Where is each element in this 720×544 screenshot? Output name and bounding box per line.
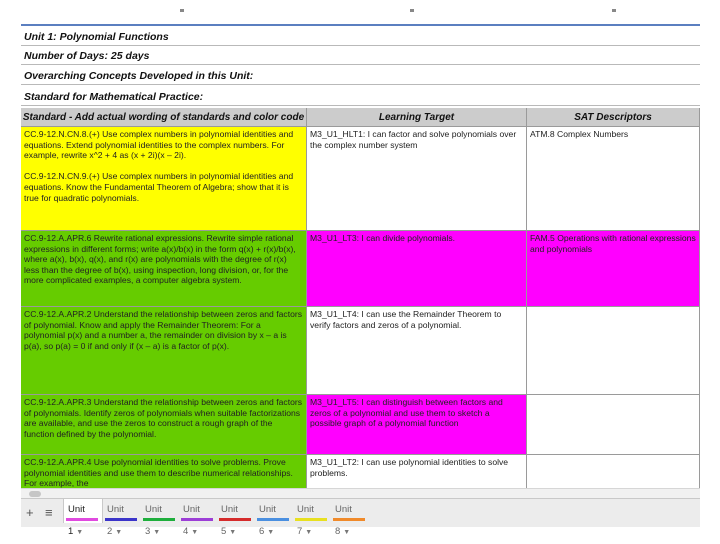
- practice-standard-cell[interactable]: Standard for Mathematical Practice:: [21, 88, 700, 106]
- sat-descriptor-cell[interactable]: ATM.8 Complex Numbers: [527, 127, 700, 231]
- cropped-mark: [410, 9, 414, 12]
- chevron-down-icon[interactable]: ▼: [191, 529, 198, 536]
- header-learning-target[interactable]: Learning Target: [307, 108, 527, 127]
- sheet-tab-unit-8[interactable]: Unit 8 ▼: [331, 499, 369, 537]
- sheet-tab-unit-7[interactable]: Unit 7 ▼: [293, 499, 331, 537]
- chevron-down-icon[interactable]: ▼: [229, 529, 236, 536]
- sat-descriptor-cell[interactable]: [527, 455, 700, 488]
- learning-target-cell[interactable]: M3_U1_LT2: I can use polynomial identiti…: [307, 455, 527, 488]
- chevron-down-icon[interactable]: ▼: [115, 529, 122, 536]
- header-standard[interactable]: Standard - Add actual wording of standar…: [21, 108, 307, 127]
- chevron-down-icon[interactable]: ▼: [305, 529, 312, 536]
- sheet-tab-unit-3[interactable]: Unit 3 ▼: [141, 499, 179, 537]
- standard-cell[interactable]: CC.9-12.N.CN.8.(+) Use complex numbers i…: [21, 127, 307, 231]
- learning-target-cell[interactable]: M3_U1_LT5: I can distinguish between fac…: [307, 395, 527, 455]
- add-sheet-icon[interactable]: +: [26, 505, 34, 520]
- standard-cell[interactable]: CC.9-12.A.APR.4 Use polynomial identitie…: [21, 455, 307, 488]
- sat-descriptor-cell[interactable]: [527, 307, 700, 395]
- sheet-tab-unit-5[interactable]: Unit 5 ▼: [217, 499, 255, 537]
- tab-color-bar: [181, 518, 213, 521]
- tab-color-bar: [143, 518, 175, 521]
- tab-color-bar: [105, 518, 137, 521]
- sheet-tab-bar: + ≡ Unit 1 ▼ Unit 2 ▼ Unit 3 ▼ Unit 4 ▼ Unit…: [21, 498, 700, 537]
- sheet-tab-unit-6[interactable]: Unit 6 ▼: [255, 499, 293, 537]
- chevron-down-icon[interactable]: ▼: [343, 529, 350, 536]
- chevron-down-icon[interactable]: ▼: [76, 529, 83, 536]
- header-sat-descriptors[interactable]: SAT Descriptors: [527, 108, 700, 127]
- standard-cell[interactable]: CC.9-12.A.APR.3 Understand the relations…: [21, 395, 307, 455]
- standard-cell[interactable]: CC.9-12.A.APR.2 Understand the relations…: [21, 307, 307, 395]
- days-cell[interactable]: Number of Days: 25 days: [21, 47, 700, 65]
- chevron-down-icon[interactable]: ▼: [267, 529, 274, 536]
- tab-color-bar: [295, 518, 327, 521]
- learning-target-cell[interactable]: M3_U1_LT4: I can use the Remainder Theor…: [307, 307, 527, 395]
- tab-color-bar: [257, 518, 289, 521]
- standard-cell[interactable]: CC.9-12.A.APR.6 Rewrite rational express…: [21, 231, 307, 307]
- concepts-cell[interactable]: Overarching Concepts Developed in this U…: [21, 67, 700, 85]
- cropped-mark: [180, 9, 184, 12]
- tab-color-bar: [219, 518, 251, 521]
- sheet-tab-unit-1[interactable]: Unit 1 ▼: [63, 499, 103, 537]
- sheet-tab-unit-2[interactable]: Unit 2 ▼: [103, 499, 141, 537]
- learning-target-cell[interactable]: M3_U1_HLT1: I can factor and solve polyn…: [307, 127, 527, 231]
- tab-color-bar: [333, 518, 365, 521]
- all-sheets-icon[interactable]: ≡: [45, 505, 53, 520]
- unit-title-cell[interactable]: Unit 1: Polynomial Functions: [21, 28, 700, 46]
- sat-descriptor-cell[interactable]: FAM.5 Operations with rational expressio…: [527, 231, 700, 307]
- cropped-header-strip: [21, 0, 700, 26]
- scrollbar-thumb[interactable]: [29, 491, 41, 497]
- chevron-down-icon[interactable]: ▼: [153, 529, 160, 536]
- spreadsheet-grid: Unit 1: Polynomial Functions Number of D…: [21, 0, 700, 488]
- learning-target-cell[interactable]: M3_U1_LT3: I can divide polynomials.: [307, 231, 527, 307]
- tab-color-bar: [66, 518, 98, 521]
- sheet-tab-unit-4[interactable]: Unit 4 ▼: [179, 499, 217, 537]
- cropped-mark: [612, 9, 616, 12]
- sat-descriptor-cell[interactable]: [527, 395, 700, 455]
